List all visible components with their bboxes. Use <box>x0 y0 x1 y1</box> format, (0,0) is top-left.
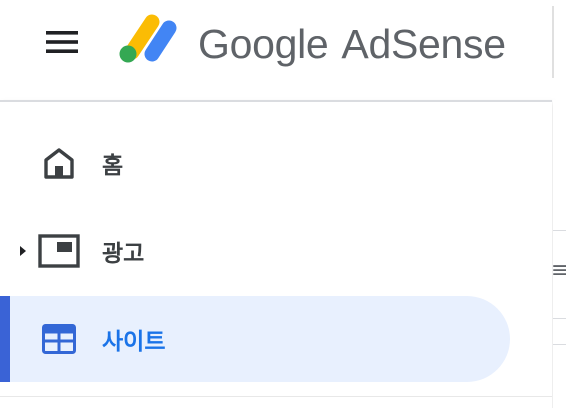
active-indicator <box>0 296 10 382</box>
sidebar-item-home[interactable]: 홈 <box>0 120 510 206</box>
header-divider <box>552 6 554 78</box>
product-brand: Google AdSense <box>198 16 506 72</box>
sidebar-divider <box>0 396 552 397</box>
web-layout-icon <box>38 318 80 360</box>
home-icon <box>38 142 80 184</box>
side-navigation: 홈 광고 사이트 <box>0 100 552 408</box>
sidebar-item-label: 사이트 <box>102 329 166 355</box>
brand-google-text: Google <box>198 20 329 67</box>
sidebar-item-sites[interactable]: 사이트 <box>0 296 510 382</box>
adsense-page: Google AdSense 홈 광고 사이트 ≡ <box>0 0 566 408</box>
main-menu-button[interactable] <box>40 24 84 60</box>
ad-unit-icon <box>38 230 80 272</box>
sidebar-item-label: 홈 <box>102 153 124 179</box>
expand-arrow-icon[interactable] <box>18 244 28 258</box>
hamburger-menu-icon <box>46 31 78 53</box>
adsense-logo-icon <box>119 14 177 63</box>
main-content-peek: ≡ <box>553 100 566 408</box>
filter-icon[interactable]: ≡ <box>553 258 566 283</box>
content-divider <box>553 230 566 231</box>
content-divider <box>553 344 566 345</box>
top-app-bar: Google AdSense <box>0 0 566 100</box>
sidebar-item-label: 광고 <box>102 241 145 267</box>
content-divider <box>553 318 566 319</box>
brand-product-text: AdSense <box>341 20 506 67</box>
sidebar-item-ads[interactable]: 광고 <box>0 208 510 294</box>
